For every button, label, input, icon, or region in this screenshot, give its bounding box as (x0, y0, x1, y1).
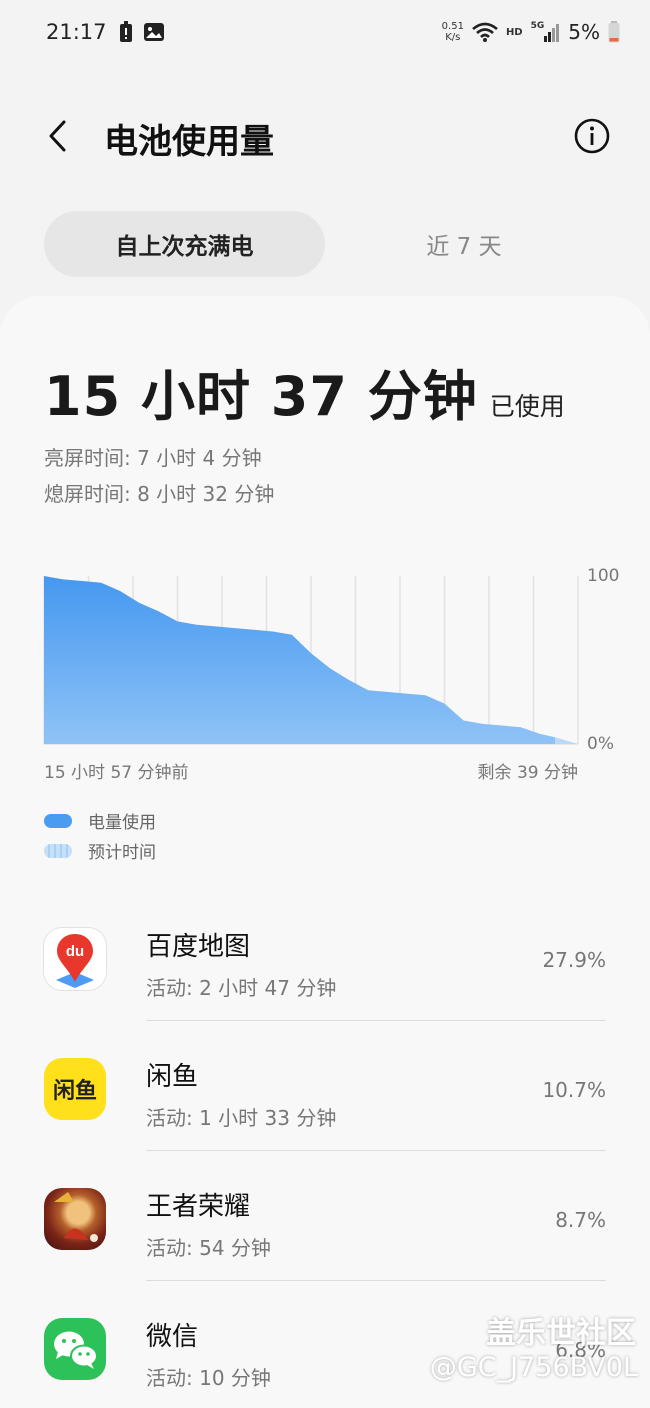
app-activity: 活动: 2 小时 47 分钟 (146, 976, 337, 1000)
app-name: 闲鱼 (146, 1062, 199, 1092)
header: 电池使用量 (0, 96, 650, 176)
app-percent: 27.9% (542, 948, 606, 972)
app-activity: 活动: 10 分钟 (146, 1366, 271, 1390)
app-activity: 活动: 1 小时 33 分钟 (146, 1106, 337, 1130)
gallery-icon (143, 23, 164, 41)
net-speed-value: 0.51 (441, 21, 464, 32)
network-type: 5G (530, 21, 545, 31)
xianyu-icon: 闲鱼 (44, 1058, 106, 1120)
battery-percent: 5% (568, 20, 600, 44)
status-right: 0.51 K/s HD 5G 5% (442, 20, 620, 44)
screen-on-time: 亮屏时间: 7 小时 4 分钟 (44, 446, 262, 470)
total-usage: 15 小时 37 分钟 已使用 (44, 352, 565, 431)
chart-x-end-label: 剩余 39 分钟 (477, 763, 578, 783)
net-speed: 0.51 K/s (442, 21, 464, 43)
app-row-baidu-maps[interactable]: du 百度地图 活动: 2 小时 47 分钟 27.9% (0, 928, 650, 1058)
total-usage-time: 15 小时 37 分钟 (44, 365, 478, 428)
chart-series-usage (44, 576, 556, 744)
app-activity: 活动: 54 分钟 (146, 1236, 271, 1260)
total-usage-suffix: 已使用 (489, 392, 565, 421)
legend-swatch-estimate (44, 843, 72, 858)
page-title: 电池使用量 (104, 122, 274, 162)
chart-y-top-label: 100 (587, 566, 620, 586)
status-bar: 21:17 0.51 K/s HD 5G 5% (0, 0, 650, 64)
net-speed-unit: K/s (445, 32, 461, 43)
chart-y-bottom-label: 0% (587, 734, 614, 754)
app-percent: 8.7% (555, 1208, 606, 1232)
chart-x-start-label: 15 小时 57 分钟前 (44, 763, 189, 783)
period-tabs: 自上次充满电 近 7 天 (44, 211, 614, 277)
screen-off-time: 熄屏时间: 8 小时 32 分钟 (44, 482, 275, 506)
divider (146, 1020, 606, 1021)
legend-swatch-usage (44, 813, 72, 828)
divider (146, 1150, 606, 1151)
wifi-icon (472, 22, 498, 42)
app-name: 王者荣耀 (146, 1192, 251, 1222)
watermark-title: 盖乐世社区 (486, 1316, 636, 1351)
chart-series-estimate (555, 737, 578, 744)
legend-item-estimate: 预计时间 (44, 838, 156, 863)
hd-indicator: HD (505, 26, 523, 38)
tab-since-full-charge[interactable]: 自上次充满电 (44, 211, 325, 277)
battery-icon (608, 21, 620, 43)
divider (146, 1280, 606, 1281)
signal-icon (544, 24, 560, 42)
status-left-icons (119, 21, 165, 43)
xianyu-icon-text: 闲鱼 (53, 1078, 97, 1104)
legend-label-usage: 电量使用 (88, 813, 156, 833)
app-name: 百度地图 (146, 932, 251, 962)
honor-of-kings-icon (44, 1188, 106, 1250)
status-time: 21:17 (46, 20, 107, 44)
baidu-maps-icon: du (44, 928, 106, 990)
alert-icon (119, 21, 132, 42)
info-icon[interactable] (572, 116, 612, 156)
app-row-xianyu[interactable]: 闲鱼 闲鱼 活动: 1 小时 33 分钟 10.7% (0, 1058, 650, 1188)
wechat-icon (44, 1318, 106, 1380)
app-percent: 10.7% (542, 1078, 606, 1102)
tab-last-7-days[interactable]: 近 7 天 (344, 211, 584, 277)
baidu-maps-icon-text: du (66, 943, 84, 960)
app-name: 微信 (146, 1322, 199, 1352)
legend-label-estimate: 预计时间 (88, 843, 156, 863)
battery-chart (43, 576, 579, 745)
watermark-user: @GC_J756BV0L (429, 1352, 638, 1383)
app-row-honor-of-kings[interactable]: 王者荣耀 活动: 54 分钟 8.7% (0, 1188, 650, 1318)
back-icon[interactable] (40, 116, 80, 156)
legend-item-usage: 电量使用 (44, 808, 156, 833)
